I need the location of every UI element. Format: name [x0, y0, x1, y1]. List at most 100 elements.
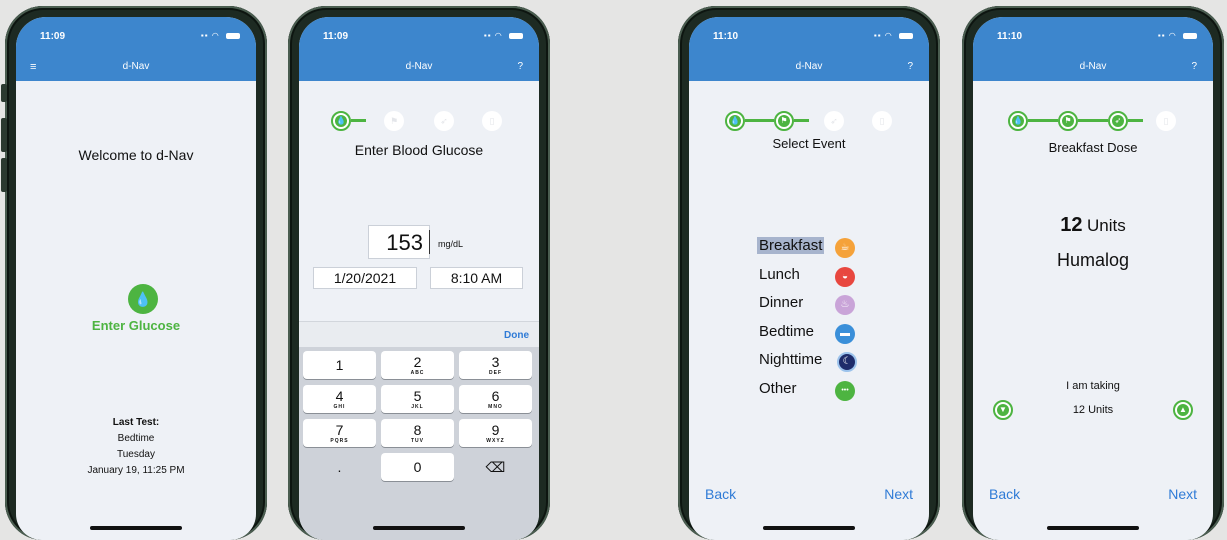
- syringe-icon: ➶: [1112, 115, 1124, 127]
- status-icons: ▪▪ ◠: [201, 31, 240, 40]
- side-button: [1, 84, 7, 102]
- volume-button: [1, 158, 7, 192]
- step-confirm: ▯: [482, 111, 502, 131]
- event-dinner[interactable]: Dinner ♨: [757, 292, 867, 321]
- app-header: 11:09 ▪▪ ◠ ≡ d-Nav: [16, 17, 256, 81]
- phone-frame-2: 11:09 ▪▪ ◠ d-Nav ? 💧 ⚑ ➶ ▯ Enter Blood G…: [288, 6, 550, 540]
- help-icon[interactable]: ?: [907, 61, 913, 72]
- event-lunch[interactable]: Lunch ◒: [757, 264, 867, 293]
- app-title: d-Nav: [122, 61, 150, 72]
- drop-icon: 💧: [729, 115, 741, 127]
- step-event: ⚑: [1058, 111, 1078, 131]
- key-9[interactable]: 9 WXYZ: [459, 419, 532, 447]
- next-button[interactable]: Next: [884, 486, 913, 502]
- dose-unit: Units: [1086, 216, 1126, 235]
- step-connector: [351, 119, 366, 122]
- step-event: ⚑: [774, 111, 794, 131]
- key-6[interactable]: 6 MNO: [459, 385, 532, 413]
- backspace-icon[interactable]: ⌫: [459, 453, 532, 481]
- screen-welcome: 11:09 ▪▪ ◠ ≡ d-Nav Welcome to d-Nav 💧 En…: [16, 17, 256, 540]
- app-title: d-Nav: [405, 61, 433, 72]
- done-button[interactable]: Done: [504, 330, 529, 341]
- next-button[interactable]: Next: [1168, 486, 1197, 502]
- help-icon[interactable]: ?: [517, 61, 523, 72]
- key-7[interactable]: 7 PQRS: [303, 419, 376, 447]
- breakfast-dose-heading: Breakfast Dose: [1048, 140, 1138, 155]
- step-connector: [1078, 119, 1108, 122]
- arrow-up-icon: ▲: [1177, 404, 1189, 416]
- battery-icon: [226, 32, 240, 39]
- back-button[interactable]: Back: [705, 486, 736, 502]
- key-8[interactable]: 8 TUV: [381, 419, 454, 447]
- drop-icon: 💧: [335, 115, 347, 127]
- flag-icon: ⚑: [389, 116, 399, 126]
- back-button[interactable]: Back: [989, 486, 1020, 502]
- step-connector: [1028, 119, 1058, 122]
- battery-icon: [1183, 32, 1197, 39]
- glucose-unit: mg/dL: [438, 239, 464, 249]
- step-confirm: ▯: [872, 111, 892, 131]
- step-glucose: 💧: [725, 111, 745, 131]
- bedtime-icon: ▬: [835, 323, 855, 344]
- syringe-icon: ➶: [440, 116, 448, 126]
- event-label: Dinner: [759, 294, 804, 311]
- step-glucose: 💧: [331, 111, 351, 131]
- decrease-dose-button[interactable]: ▼: [993, 400, 1013, 420]
- key-1[interactable]: 1: [303, 351, 376, 379]
- status-time: 11:09: [40, 31, 66, 42]
- other-icon: •••: [835, 380, 855, 401]
- home-indicator[interactable]: [373, 526, 465, 530]
- enter-glucose-button[interactable]: Enter Glucose: [16, 318, 256, 333]
- event-label: Lunch: [759, 265, 800, 283]
- event-other[interactable]: Other •••: [757, 378, 867, 407]
- status-icons: ▪▪ ◠: [874, 31, 913, 40]
- glucose-drop-icon[interactable]: 💧: [128, 284, 158, 314]
- home-indicator[interactable]: [90, 526, 182, 530]
- key-0[interactable]: 0: [381, 453, 454, 481]
- screen-breakfast-dose: 11:10 ▪▪ ◠ d-Nav ? 💧 ⚑ ➶ ▯ Breakfast Dos…: [973, 17, 1213, 540]
- status-time: 11:09: [323, 31, 349, 42]
- bottle-icon: ▯: [1163, 116, 1169, 126]
- volume-button: [1, 118, 7, 152]
- bottle-icon: ▯: [879, 116, 885, 126]
- lunch-icon: ◒: [835, 266, 855, 287]
- text-cursor: [429, 230, 430, 254]
- key-3[interactable]: 3 DEF: [459, 351, 532, 379]
- event-nighttime[interactable]: Nighttime ☾: [757, 349, 867, 378]
- glucose-input[interactable]: 153: [368, 225, 430, 259]
- event-breakfast[interactable]: Breakfast ☕: [757, 235, 867, 264]
- step-connector: [1128, 119, 1143, 122]
- progress-stepper: 💧 ⚑ ➶ ▯: [689, 109, 929, 135]
- phone-frame-4: 11:10 ▪▪ ◠ d-Nav ? 💧 ⚑ ➶ ▯ Breakfast Dos…: [962, 6, 1224, 540]
- key-5[interactable]: 5 JKL: [381, 385, 454, 413]
- key-decimal[interactable]: .: [303, 453, 376, 481]
- screen-select-event: 11:10 ▪▪ ◠ d-Nav ? 💧 ⚑ ➶ ▯ Select Event …: [689, 17, 929, 540]
- app-header: 11:09 ▪▪ ◠ d-Nav ?: [299, 17, 539, 81]
- app-title: d-Nav: [795, 61, 823, 72]
- dose-display: 12 Units: [973, 214, 1213, 237]
- increase-dose-button[interactable]: ▲: [1173, 400, 1193, 420]
- home-indicator[interactable]: [763, 526, 855, 530]
- help-icon[interactable]: ?: [1191, 61, 1197, 72]
- nighttime-icon: ☾: [837, 352, 857, 372]
- progress-stepper: 💧 ⚑ ➶ ▯: [973, 109, 1213, 135]
- key-2[interactable]: 2 ABC: [381, 351, 454, 379]
- step-connector: [745, 119, 774, 122]
- taking-label: I am taking: [1066, 380, 1120, 392]
- step-dose: ➶: [824, 111, 844, 131]
- step-confirm: ▯: [1156, 111, 1176, 131]
- home-indicator[interactable]: [1047, 526, 1139, 530]
- step-event: ⚑: [384, 111, 404, 131]
- app-header: 11:10 ▪▪ ◠ d-Nav ?: [973, 17, 1213, 81]
- keyboard-toolbar: Done: [299, 321, 539, 348]
- battery-icon: [509, 32, 523, 39]
- event-label: Nighttime: [759, 351, 823, 368]
- time-field[interactable]: 8:10 AM: [430, 267, 523, 289]
- key-4[interactable]: 4 GHI: [303, 385, 376, 413]
- date-field[interactable]: 1/20/2021: [313, 267, 417, 289]
- step-dose: ➶: [1108, 111, 1128, 131]
- flag-icon: ⚑: [1062, 115, 1074, 127]
- event-bedtime[interactable]: Bedtime ▬: [757, 321, 867, 350]
- last-test-day: Tuesday: [117, 449, 155, 460]
- arrow-down-icon: ▼: [997, 404, 1009, 416]
